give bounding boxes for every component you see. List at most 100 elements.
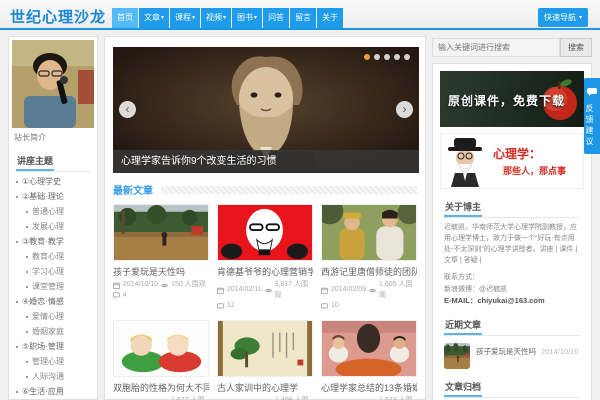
post-views: 1,409 人围观 bbox=[275, 396, 309, 400]
about-text: 迟毓凯，华南师范大学心理学院副教授，应用心理学博士，致力于做一个“好玩-有点用处… bbox=[444, 224, 578, 264]
carousel-dot-4[interactable] bbox=[394, 54, 400, 60]
search-button[interactable]: 搜索 bbox=[560, 38, 592, 57]
speech-bubble-icon bbox=[587, 88, 597, 96]
nav-item-label: 课程 bbox=[175, 13, 192, 22]
carousel-prev-arrow[interactable]: ‹ bbox=[119, 101, 136, 118]
carousel-caption[interactable]: 心理学家告诉你9个改变生活的习惯 bbox=[113, 150, 419, 173]
menu-item-6[interactable]: 学习心理 bbox=[14, 266, 92, 277]
page: 世纪心理沙龙 首页 文章 ▾ 课程 ▾ 视频 ▾ 图书 ▾ 问答 留言 关于 快速导航 ▾ 站长简介 bbox=[0, 0, 600, 400]
nav-item-1[interactable]: 文章 ▾ bbox=[139, 8, 170, 28]
recent-post-thumbnail[interactable] bbox=[444, 342, 470, 369]
feedback-tab[interactable]: 反馈建议 bbox=[584, 78, 600, 154]
nav-item-5[interactable]: 问答 bbox=[263, 8, 290, 28]
bullet bbox=[16, 240, 18, 243]
quick-nav-button[interactable]: 快速导航 ▾ bbox=[537, 8, 588, 27]
menu-item-label: 爱情心理 bbox=[32, 312, 64, 321]
menu-item-7[interactable]: 课堂管理 bbox=[14, 281, 92, 292]
bullet bbox=[26, 375, 28, 378]
menu-item-0[interactable]: ①心理学史 bbox=[14, 176, 92, 187]
site-header: 世纪心理沙龙 首页 文章 ▾ 课程 ▾ 视频 ▾ 图书 ▾ 问答 留言 关于 快速导航 ▾ bbox=[0, 0, 600, 30]
nav-item-7[interactable]: 关于 bbox=[317, 8, 344, 28]
menu-item-4[interactable]: ③教育·教学 bbox=[14, 236, 92, 247]
carousel-dot-1[interactable] bbox=[364, 54, 370, 60]
menu-item-12[interactable]: 管理心理 bbox=[14, 356, 92, 367]
feedback-label: 反馈建议 bbox=[585, 104, 594, 148]
right-widgets-card: 原创课件，免费下载 心理学： 那些人，那点事 关于博主 迟毓凯，华南师范大学心理… bbox=[432, 63, 592, 400]
nav-item-label: 文章 bbox=[144, 13, 160, 22]
post-title[interactable]: 古人家训中的心理学 bbox=[217, 381, 313, 394]
post-thumbnail-playground[interactable] bbox=[113, 204, 209, 261]
post-meta: 2014/02/09 1,605 人围观 10 bbox=[321, 280, 417, 312]
post-card-2: 西游记里唐僧师徒的团队管理心理学 2014/02/09 1,605 人围观 10 bbox=[321, 204, 417, 312]
menu-item-2[interactable]: 普通心理 bbox=[14, 206, 92, 217]
post-views: 1,605 人围观 bbox=[379, 281, 413, 299]
menu-item-8[interactable]: ④婚恋·情感 bbox=[14, 296, 92, 307]
recent-post-item: 孩子爱玩是天性吗 2014/10/10 bbox=[444, 342, 580, 369]
post-thumbnail-xiyouji[interactable] bbox=[321, 204, 417, 261]
post-comments: 10 bbox=[331, 302, 339, 309]
menu-item-label: ③教育·教学 bbox=[22, 237, 64, 246]
menu-item-1[interactable]: ②基础·理论 bbox=[14, 191, 92, 202]
bullet bbox=[16, 345, 18, 348]
post-meta: 2014/10/10 150 人围观 4 bbox=[113, 280, 209, 301]
post-card-4: 古人家训中的心理学 2014/02/061,409 人围观5 bbox=[217, 319, 313, 400]
bullet bbox=[26, 285, 28, 288]
menu-item-11[interactable]: ⑤职场·管理 bbox=[14, 341, 92, 352]
menu-item-label: 婚姻家庭 bbox=[32, 327, 64, 336]
post-title[interactable]: 心理学家总结的13条婚姻“潜规则” bbox=[321, 381, 417, 394]
post-comments: 12 bbox=[227, 302, 235, 309]
section-divider bbox=[161, 185, 417, 194]
menu-item-9[interactable]: 爱情心理 bbox=[14, 311, 92, 322]
post-card-5: 心理学家总结的13条婚姻“潜规则” 2014/02/051,573 人围观9 bbox=[321, 319, 417, 400]
carousel-dots bbox=[364, 54, 410, 60]
contact-weibo[interactable]: 新浪微博：@迟毓凯 bbox=[444, 284, 580, 295]
post-title[interactable]: 肯德基爷爷的心理营销学 bbox=[217, 265, 313, 278]
right-sidebar: 搜索 原创课件，免费下载 bbox=[432, 36, 592, 400]
nav-item-0[interactable]: 首页 bbox=[112, 8, 138, 28]
post-title[interactable]: 西游记里唐僧师徒的团队管理心理学 bbox=[321, 265, 417, 278]
bullet bbox=[26, 330, 28, 333]
contact-email[interactable]: E-MAIL：chiyukai@163.com bbox=[444, 295, 580, 307]
post-meta: 2014/02/061,677 人围观8 bbox=[113, 396, 209, 400]
menu-item-label: 课堂管理 bbox=[32, 282, 64, 291]
carousel-dot-3[interactable] bbox=[384, 54, 390, 60]
menu-item-label: 人际沟通 bbox=[32, 372, 64, 381]
carousel-dot-2[interactable] bbox=[374, 54, 380, 60]
menu-item-label: 发展心理 bbox=[32, 222, 64, 231]
nav-item-2[interactable]: 课程 ▾ bbox=[170, 8, 201, 28]
menu-item-10[interactable]: 婚姻家庭 bbox=[14, 326, 92, 337]
post-thumbnail-kfc[interactable] bbox=[217, 204, 313, 261]
courseware-download-banner[interactable]: 原创课件，免费下载 bbox=[440, 71, 584, 127]
menu-item-13[interactable]: 人际沟通 bbox=[14, 371, 92, 382]
bullet bbox=[16, 195, 18, 198]
bullet bbox=[26, 315, 28, 318]
post-thumbnail-kids[interactable] bbox=[113, 319, 209, 377]
post-meta: 2014/02/051,573 人围观9 bbox=[321, 396, 417, 400]
post-title[interactable]: 孩子爱玩是天性吗 bbox=[113, 265, 209, 278]
nav-item-label: 留言 bbox=[295, 13, 312, 22]
book-banner-text: 心理学： 那些人，那点事 bbox=[493, 145, 566, 177]
psych-book-banner[interactable]: 心理学： 那些人，那点事 bbox=[440, 133, 584, 189]
carousel-next-arrow[interactable]: › bbox=[396, 101, 413, 118]
post-thumbnail-couple[interactable] bbox=[321, 319, 417, 377]
post-date: 2014/02/09 bbox=[331, 286, 367, 294]
chevron-down-icon: ▾ bbox=[192, 15, 196, 21]
search-input[interactable] bbox=[432, 38, 560, 57]
nav-item-label: 问答 bbox=[268, 13, 285, 22]
recent-post-link[interactable]: 孩子爱玩是天性吗 2014/10/10 bbox=[476, 346, 579, 357]
courseware-banner-text: 原创课件，免费下载 bbox=[448, 94, 566, 108]
nav-item-4[interactable]: 图书 ▾ bbox=[232, 8, 263, 28]
post-thumbnail-scroll[interactable] bbox=[217, 319, 313, 377]
post-date: 2014/02/11 bbox=[227, 286, 262, 294]
menu-item-5[interactable]: 教育心理 bbox=[14, 251, 92, 262]
carousel-dot-5[interactable] bbox=[404, 54, 410, 60]
nav-item-3[interactable]: 视频 ▾ bbox=[201, 8, 232, 28]
site-logo[interactable]: 世纪心理沙龙 bbox=[10, 6, 106, 27]
nav-item-6[interactable]: 留言 bbox=[290, 8, 317, 28]
menu-item-14[interactable]: ⑥生活·应用 bbox=[14, 386, 92, 397]
menu-item-3[interactable]: 发展心理 bbox=[14, 221, 92, 232]
contact-label: 联系方式： bbox=[444, 274, 479, 282]
search-bar: 搜索 bbox=[432, 38, 592, 57]
contact-block: 联系方式： 新浪微博：@迟毓凯 E-MAIL：chiyukai@163.com bbox=[444, 272, 580, 306]
post-title[interactable]: 双胞胎的性格为何大不同 bbox=[113, 381, 209, 394]
